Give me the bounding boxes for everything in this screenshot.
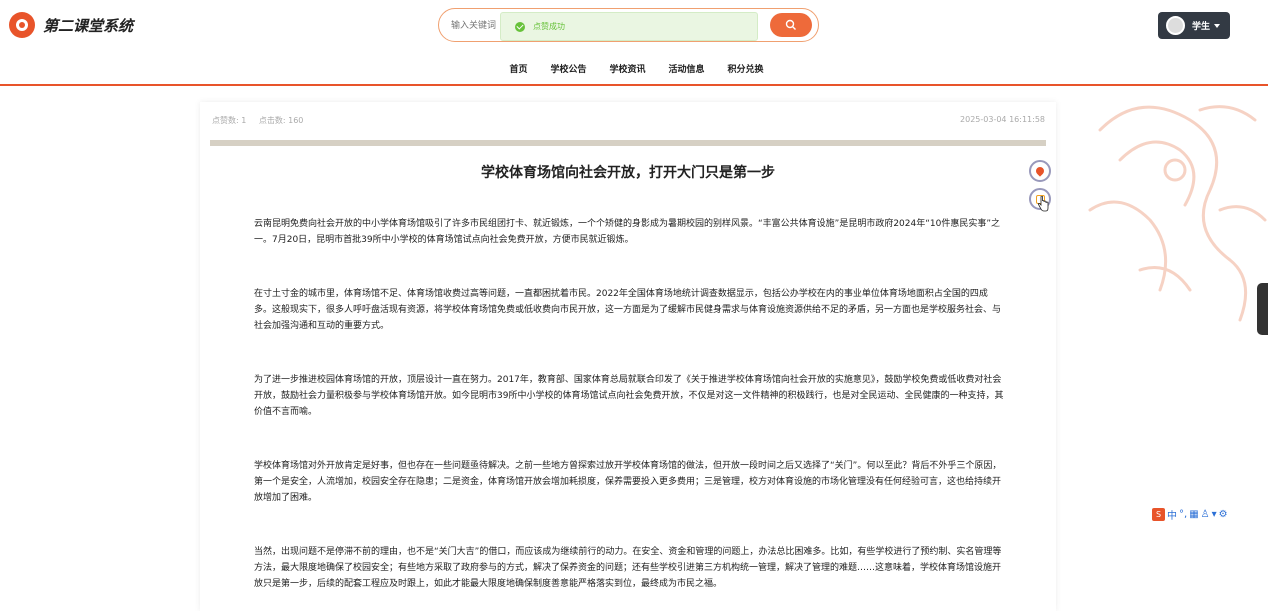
nav-news[interactable]: 学校资讯: [609, 62, 645, 75]
search-icon: [785, 19, 796, 30]
ime-chinese-mode[interactable]: 中: [1167, 507, 1177, 522]
article-stats: 点赞数: 1 点击数: 160: [212, 115, 313, 126]
user-menu-button[interactable]: 学生: [1158, 12, 1230, 39]
site-logo[interactable]: 第二课堂系统: [9, 12, 133, 38]
user-name: 学生: [1192, 22, 1211, 32]
caret-down-icon: [1214, 23, 1221, 28]
side-floating-tab[interactable]: [1257, 283, 1268, 335]
success-toast: 点赞成功: [500, 12, 758, 41]
dragon-decoration: [1080, 90, 1268, 330]
app-title: 第二课堂系统: [43, 16, 134, 35]
ime-skin-icon[interactable]: ▾: [1212, 509, 1217, 520]
like-count: 点赞数: 1: [212, 116, 247, 125]
ime-keyboard-icon[interactable]: ▦: [1189, 509, 1198, 520]
article-card: 点赞数: 1 点击数: 160 2025-03-04 16:11:58 学校体育…: [200, 102, 1056, 611]
nav-home[interactable]: 首页: [509, 62, 527, 75]
site-header: 第二课堂系统 点赞成功 学生 首页 学校公告 学校资讯 活动信息 积分兑换: [0, 0, 1268, 86]
like-button[interactable]: [1029, 160, 1051, 182]
ime-logo-icon: S: [1152, 507, 1165, 521]
article-paragraph-2: 在寸土寸金的城市里，体育场馆不足、体育场馆收费过高等问题，一直都困扰着市民。20…: [254, 289, 1002, 331]
main-nav: 首页 学校公告 学校资讯 活动信息 积分兑换: [0, 62, 1268, 75]
article-paragraph-5: 当然，出现问题不是停滞不前的理由，也不是“关门大吉”的借口，而应该成为继续前行的…: [254, 547, 1002, 589]
ime-punctuation-icon[interactable]: °,: [1179, 509, 1187, 520]
logo-icon: [9, 12, 35, 38]
hand-cursor-icon: [1037, 196, 1049, 212]
ime-user-icon[interactable]: ♙: [1201, 509, 1210, 520]
check-circle-icon: [515, 21, 525, 32]
divider: [210, 140, 1046, 146]
ime-toolbar[interactable]: S 中 °, ▦ ♙ ▾ ⚙: [1152, 505, 1228, 523]
search-button[interactable]: [770, 13, 812, 37]
nav-announcements[interactable]: 学校公告: [550, 62, 586, 75]
article-date: 2025-03-04 16:11:58: [960, 115, 1045, 124]
article-title: 学校体育场馆向社会开放，打开大门只是第一步: [481, 165, 775, 181]
click-count: 点击数: 160: [258, 116, 304, 125]
article-paragraph-3: 为了进一步推进校园体育场馆的开放，顶层设计一直在努力。2017年，教育部、国家体…: [254, 375, 1004, 417]
article-paragraph-1: 云南昆明免费向社会开放的中小学体育场馆吸引了许多市民组团打卡、就近锻炼，一个个矫…: [254, 219, 1001, 245]
nav-activities[interactable]: 活动信息: [669, 62, 705, 75]
article-paragraph-4: 学校体育场馆对外开放肯定是好事，但也存在一些问题亟待解决。之前一些地方曾探索过放…: [254, 461, 1002, 503]
avatar: [1166, 16, 1185, 35]
toast-message: 点赞成功: [533, 22, 565, 31]
nav-points-exchange[interactable]: 积分兑换: [728, 62, 764, 75]
ime-settings-icon[interactable]: ⚙: [1219, 509, 1228, 520]
